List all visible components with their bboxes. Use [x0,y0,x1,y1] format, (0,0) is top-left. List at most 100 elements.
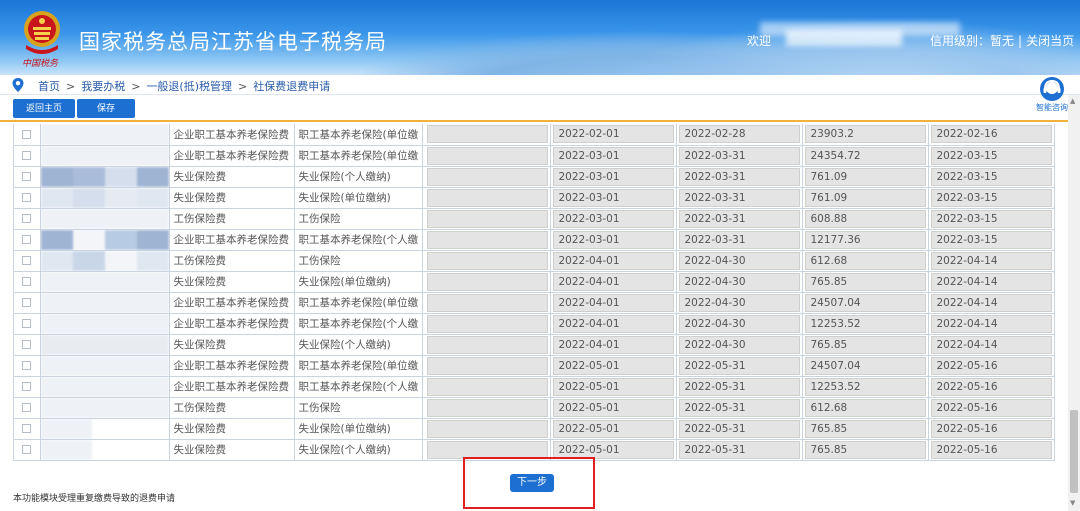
page-scrollbar[interactable]: ▲ ▼ [1068,95,1080,511]
row-checkbox[interactable] [22,319,32,328]
paid-date-value: 2022-04-14 [930,272,1052,291]
amount-value: 12253.52 [804,377,926,396]
period-end-cell: 2022-04-30 [676,313,803,335]
blank-field-cell [422,376,551,398]
period-end-value: 2022-04-30 [678,272,800,291]
row-checkbox[interactable] [22,445,32,454]
breadcrumb-refund-mgmt[interactable]: 一般退(抵)税管理 [146,80,232,93]
levy-item-cell: 工伤保险 [294,397,423,419]
blank-field-cell [422,418,551,440]
amount-value: 24354.72 [804,146,926,165]
period-end-value: 2022-02-28 [678,125,800,144]
period-start-value: 2022-05-01 [552,440,674,459]
close-page-link[interactable]: 关闭当页 [1026,34,1074,48]
paid-date-cell: 2022-04-14 [928,292,1055,314]
breadcrumb-tax[interactable]: 我要办税 [81,80,125,93]
amount-value: 765.85 [804,419,926,438]
blank-field-cell [422,229,551,251]
blank-field [426,314,548,333]
paid-date-value: 2022-05-16 [930,377,1052,396]
payer-name-redacted [40,124,170,146]
row-checkbox[interactable] [22,403,32,412]
period-start-cell: 2022-05-01 [550,418,677,440]
period-end-cell: 2022-05-31 [676,376,803,398]
period-end-cell: 2022-03-31 [676,229,803,251]
row-checkbox-cell [14,334,41,356]
site-header: 中国税务 国家税务总局江苏省电子税务局 欢迎 信用级别：暂无 | 关闭当页 [0,0,1080,75]
amount-value: 24507.04 [804,356,926,375]
breadcrumb-current: 社保费退费申请 [253,80,331,93]
blank-field [426,419,548,438]
row-checkbox[interactable] [22,172,32,181]
row-checkbox-cell [14,355,41,377]
blank-field [426,398,548,417]
period-start-cell: 2022-03-01 [550,229,677,251]
table-row: 企业职工基本养老保险费 职工基本养老保险(单位缴 2022-05-01 2022-05… [14,355,1055,377]
payer-name-redacted [40,145,170,167]
period-start-value: 2022-03-01 [552,188,674,207]
row-checkbox[interactable] [22,340,32,349]
row-checkbox-cell [14,124,41,146]
return-home-button[interactable]: 返回主页 [13,99,75,118]
breadcrumb-home[interactable]: 首页 [38,80,60,93]
amount-cell: 761.09 [802,166,929,188]
period-end-value: 2022-03-31 [678,230,800,249]
redacted-mosaic [40,334,168,354]
scroll-down-icon[interactable]: ▼ [1070,499,1075,507]
levy-item-cell: 失业保险(单位缴纳) [294,418,423,440]
redacted-mosaic [40,208,168,228]
amount-cell: 765.85 [802,418,929,440]
levy-item-cell: 失业保险(单位缴纳) [294,187,423,209]
row-checkbox[interactable] [22,424,32,433]
period-start-cell: 2022-02-01 [550,124,677,146]
amount-value: 23903.2 [804,125,926,144]
row-checkbox[interactable] [22,193,32,202]
period-start-value: 2022-03-01 [552,146,674,165]
row-checkbox-cell [14,166,41,188]
row-checkbox[interactable] [22,361,32,370]
period-start-cell: 2022-03-01 [550,166,677,188]
paid-date-cell: 2022-04-14 [928,334,1055,356]
row-checkbox[interactable] [22,235,32,244]
paid-date-value: 2022-05-16 [930,419,1052,438]
amount-cell: 24507.04 [802,292,929,314]
blank-field [426,335,548,354]
levy-type-cell: 企业职工基本养老保险费 [169,355,295,377]
period-start-value: 2022-03-01 [552,209,674,228]
row-checkbox[interactable] [22,277,32,286]
blank-field-cell [422,124,551,146]
blank-field [426,272,548,291]
scroll-up-icon[interactable]: ▲ [1070,97,1075,105]
refund-table-body: 企业职工基本养老保险费 职工基本养老保险(单位缴 2022-02-01 2022-02… [14,124,1055,461]
row-checkbox[interactable] [22,214,32,223]
period-end-cell: 2022-05-31 [676,397,803,419]
redacted-mosaic [40,418,168,438]
period-end-value: 2022-05-31 [678,398,800,417]
amount-cell: 12253.52 [802,376,929,398]
period-start-value: 2022-05-01 [552,356,674,375]
amount-value: 761.09 [804,167,926,186]
period-end-value: 2022-04-30 [678,314,800,333]
breadcrumb: 首页 > 我要办税 > 一般退(抵)税管理 > 社保费退费申请 [0,75,1080,95]
payer-name-redacted [40,376,170,398]
paid-date-cell: 2022-03-15 [928,208,1055,230]
row-checkbox[interactable] [22,151,32,160]
row-checkbox[interactable] [22,129,32,139]
save-button[interactable]: 保存 [77,99,135,118]
payer-name-redacted [40,418,170,440]
paid-date-cell: 2022-05-16 [928,418,1055,440]
blank-field [426,125,548,144]
paid-date-value: 2022-03-15 [930,188,1052,207]
row-checkbox[interactable] [22,298,32,307]
table-row: 失业保险费 失业保险(单位缴纳) 2022-04-01 2022-04-30 765.8… [14,271,1055,293]
amount-cell: 612.68 [802,250,929,272]
blank-field [426,188,548,207]
levy-type-cell: 工伤保险费 [169,208,295,230]
row-checkbox[interactable] [22,382,32,391]
period-start-value: 2022-03-01 [552,230,674,249]
paid-date-value: 2022-04-14 [930,314,1052,333]
scroll-thumb[interactable] [1070,410,1078,493]
amount-cell: 761.09 [802,187,929,209]
payer-name-redacted [40,187,170,209]
row-checkbox[interactable] [22,256,32,265]
